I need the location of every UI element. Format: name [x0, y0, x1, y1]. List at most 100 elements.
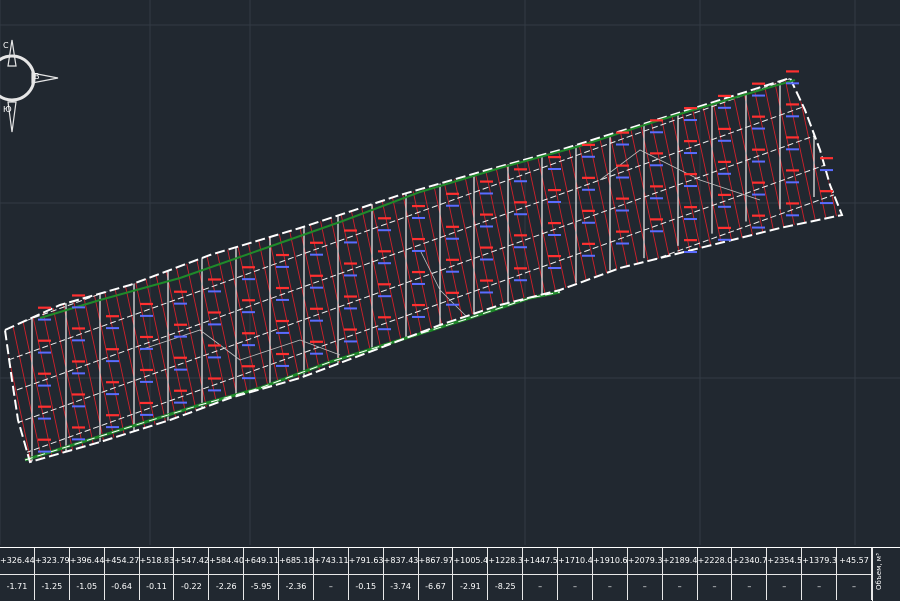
fill-volume-cell: +454.27 — [105, 548, 140, 574]
fill-volume-cell: +2079.31 — [628, 548, 663, 574]
fill-volume-cell: +2354.57 — [767, 548, 803, 574]
elevation-mark-existing — [242, 377, 255, 380]
hatch-line — [406, 78, 498, 462]
elevation-mark-existing — [650, 131, 663, 134]
elevation-marks — [38, 70, 833, 453]
hatch-line — [659, 78, 751, 462]
elevation-mark-design — [684, 206, 697, 209]
elevation-mark-design — [412, 303, 425, 307]
elevation-mark-design — [72, 393, 85, 396]
plot-boundary[interactable] — [3, 76, 844, 464]
hatch-line — [824, 78, 842, 462]
elevation-mark-design — [446, 225, 459, 228]
elevation-mark-design — [242, 266, 255, 269]
elevation-mark-existing — [480, 192, 493, 195]
elevation-mark-existing — [582, 155, 595, 158]
hatch-line — [307, 78, 399, 462]
elevation-mark-design — [378, 316, 391, 319]
elevation-mark-design — [820, 157, 833, 160]
hatch-line — [560, 78, 652, 462]
fill-volume-cell: +743.11 — [314, 548, 349, 574]
elevation-mark-existing — [72, 339, 85, 342]
hatch-line — [835, 78, 842, 462]
hatch-line — [725, 78, 817, 462]
elevation-mark-design — [786, 103, 799, 106]
elevation-mark-existing — [684, 251, 697, 254]
hatch-line — [373, 78, 465, 462]
elevation-mark-design — [820, 190, 833, 193]
hatch-line — [869, 60, 900, 480]
cut-volume-cell: – — [593, 574, 628, 600]
cell-horizontal — [5, 78, 842, 265]
elevation-mark-existing — [140, 413, 153, 416]
elevation-mark-design — [38, 438, 51, 441]
elevation-mark-design — [446, 192, 459, 195]
elevation-mark-design — [616, 197, 629, 200]
elevation-mark-design — [548, 255, 561, 258]
fill-volume-cell: +2228.03 — [698, 548, 733, 574]
cut-volume-cell: – — [663, 574, 698, 600]
elevation-mark-design — [174, 356, 187, 359]
elevation-mark-design — [582, 242, 595, 245]
hatch-line — [813, 78, 842, 462]
fill-volume-cell: +649.11 — [244, 548, 280, 574]
elevation-mark-design — [72, 294, 85, 297]
elevation-mark-existing — [38, 417, 51, 420]
hatch-line — [142, 78, 234, 462]
elevation-mark-design — [752, 214, 765, 217]
cad-viewport[interactable]: C B Ю — [0, 0, 900, 600]
elevation-mark-existing — [106, 393, 119, 396]
cut-volume-cell: – — [767, 574, 803, 600]
elevation-mark-design — [684, 173, 697, 176]
elevation-mark-existing — [276, 331, 289, 334]
elevation-mark-existing — [72, 405, 85, 408]
hatch-line — [615, 78, 707, 462]
elevation-mark-design — [718, 226, 731, 229]
hatch-line — [780, 78, 842, 462]
earthwork-volume-table: +326.44 +323.79 +396.44 +454.27 +518.83 +547.… — [0, 547, 900, 601]
elevation-mark-design — [208, 344, 221, 347]
hatch-line — [263, 78, 355, 462]
elevation-mark-existing — [310, 352, 323, 355]
hatch-line — [109, 78, 201, 462]
elevation-mark-existing — [582, 221, 595, 224]
elevation-mark-existing — [242, 311, 255, 314]
elevation-mark-design — [174, 290, 187, 293]
elevation-mark-existing — [174, 302, 187, 305]
elevation-mark-design — [38, 372, 51, 375]
elevation-mark-design — [514, 267, 527, 270]
cell-horizontal — [5, 78, 842, 199]
elevation-mark-existing — [140, 314, 153, 317]
hatch-line — [714, 78, 806, 462]
elevation-mark-design — [650, 152, 663, 155]
elevation-mark-design — [106, 348, 119, 351]
elevation-mark-design — [582, 209, 595, 212]
elevation-mark-existing — [514, 180, 527, 183]
elevation-mark-existing — [616, 209, 629, 212]
elevation-mark-design — [140, 368, 153, 372]
hatch-line — [582, 78, 674, 462]
elevation-mark-existing — [548, 168, 561, 170]
elevation-mark-design — [378, 217, 391, 220]
elevation-mark-existing — [446, 204, 459, 207]
elevation-mark-existing — [106, 426, 119, 429]
elevation-mark-existing — [412, 315, 425, 318]
earthwork-drawing[interactable] — [0, 0, 900, 600]
elevation-mark-design — [650, 218, 663, 221]
elevation-mark-design — [718, 160, 731, 163]
elevation-mark-design — [140, 302, 153, 306]
hatch-line — [802, 78, 842, 462]
elevation-mark-design — [752, 148, 765, 151]
fill-volume-cell: +791.63 — [349, 548, 384, 574]
elevation-mark-design — [786, 70, 799, 73]
elevation-mark-existing — [480, 291, 493, 294]
elevation-mark-existing — [378, 262, 391, 265]
elevation-mark-existing — [786, 115, 799, 118]
elevation-mark-existing — [38, 318, 51, 321]
elevation-mark-design — [38, 339, 51, 342]
hatch-line — [483, 78, 575, 462]
fill-volume-cell: +685.18 — [279, 548, 314, 574]
elevation-mark-design — [276, 286, 289, 290]
cut-volume-cell: – — [628, 574, 663, 600]
elevation-mark-design — [344, 262, 357, 265]
